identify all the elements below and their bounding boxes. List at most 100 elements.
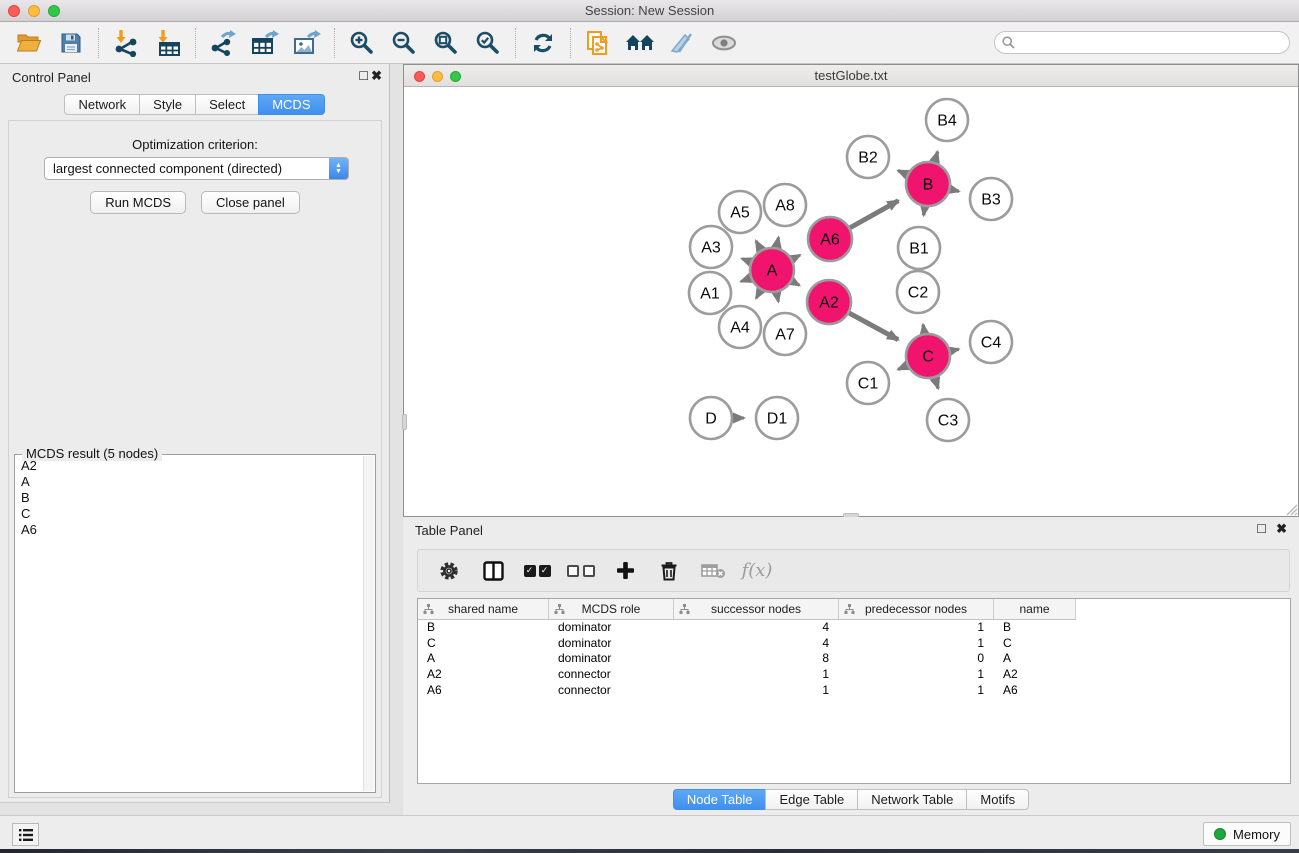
graph-edge-B-B2[interactable] bbox=[898, 171, 907, 175]
table-row[interactable]: A6connector11A6 bbox=[418, 683, 1290, 699]
graph-node-A8[interactable]: A8 bbox=[764, 184, 806, 226]
open-file-icon[interactable] bbox=[11, 26, 47, 60]
graph-node-B3[interactable]: B3 bbox=[970, 178, 1012, 220]
graph-node-C4[interactable]: C4 bbox=[970, 321, 1012, 363]
add-row-plus-icon[interactable] bbox=[608, 554, 642, 588]
table-cell[interactable]: 1 bbox=[839, 636, 994, 652]
column-header-successor-nodes[interactable]: successor nodes bbox=[674, 599, 839, 619]
network-close-button[interactable] bbox=[414, 71, 425, 82]
zoom-selected-icon[interactable] bbox=[470, 26, 506, 60]
table-cell[interactable]: B bbox=[994, 620, 1076, 636]
memory-button[interactable]: Memory bbox=[1203, 822, 1291, 846]
column-header-name[interactable]: name bbox=[994, 599, 1076, 619]
table-options-gear-icon[interactable] bbox=[432, 554, 466, 588]
graph-node-B2[interactable]: B2 bbox=[847, 136, 889, 178]
table-cell[interactable]: 1 bbox=[839, 620, 994, 636]
table-cell[interactable]: A2 bbox=[418, 667, 549, 683]
graph-node-A6[interactable]: A6 bbox=[808, 217, 852, 261]
table-cell[interactable]: A bbox=[994, 651, 1076, 667]
graph-node-A2[interactable]: A2 bbox=[807, 280, 851, 324]
table-cell[interactable]: 8 bbox=[674, 651, 839, 667]
network-canvas[interactable]: B4B2BB3A8A5A6A3B1AC2A1A2A4A7C4CC1C3DD1 bbox=[404, 87, 1298, 516]
graph-node-D[interactable]: D bbox=[690, 397, 732, 439]
graph-edge-A-A1[interactable] bbox=[741, 278, 750, 282]
graph-node-B[interactable]: B bbox=[906, 162, 950, 206]
table-cell[interactable]: A2 bbox=[994, 667, 1076, 683]
tab-style[interactable]: Style bbox=[139, 94, 195, 115]
graph-edge-A-A4[interactable] bbox=[756, 290, 761, 298]
tab-motifs[interactable]: Motifs bbox=[966, 789, 1029, 810]
zoom-window-button[interactable] bbox=[48, 5, 60, 17]
close-panel-icon[interactable]: ✖ bbox=[1276, 522, 1287, 536]
unselect-all-check-icon[interactable] bbox=[564, 554, 598, 588]
graph-edge-A-A8[interactable] bbox=[777, 237, 779, 247]
table-row[interactable]: A2connector11A2 bbox=[418, 667, 1290, 683]
table-cell[interactable]: 4 bbox=[674, 620, 839, 636]
graph-edge-A-A6[interactable] bbox=[792, 255, 800, 259]
graph-node-A3[interactable]: A3 bbox=[690, 226, 732, 268]
select-all-check-icon[interactable]: ✓✓ bbox=[520, 554, 554, 588]
mcds-result-list[interactable]: A2ABCA6 bbox=[17, 458, 361, 790]
import-network-icon[interactable] bbox=[108, 26, 144, 60]
table-cell[interactable]: 1 bbox=[839, 667, 994, 683]
apply-layout-refresh-icon[interactable] bbox=[525, 26, 561, 60]
graph-edge-B-B1[interactable] bbox=[924, 207, 925, 216]
graph-edge-C-C3[interactable] bbox=[935, 378, 938, 389]
delete-row-trash-icon[interactable] bbox=[652, 554, 686, 588]
table-cell[interactable]: connector bbox=[549, 667, 674, 683]
toggle-graphics-details-icon[interactable] bbox=[664, 26, 700, 60]
run-mcds-button[interactable]: Run MCDS bbox=[90, 191, 186, 214]
mcds-result-item[interactable]: B bbox=[17, 490, 361, 506]
graph-node-C[interactable]: C bbox=[906, 334, 950, 378]
graph-node-C3[interactable]: C3 bbox=[927, 399, 969, 441]
table-cell[interactable]: A6 bbox=[418, 683, 549, 699]
graph-edge-C-C1[interactable] bbox=[898, 365, 907, 369]
search-input[interactable] bbox=[1019, 36, 1289, 50]
float-panel-icon[interactable]: ☐ bbox=[358, 69, 369, 83]
show-hide-panels-eye-icon[interactable] bbox=[706, 26, 742, 60]
table-cell[interactable]: 1 bbox=[839, 683, 994, 699]
graph-edge-B-B4[interactable] bbox=[935, 152, 938, 162]
table-cell[interactable]: C bbox=[418, 636, 549, 652]
tab-node-table[interactable]: Node Table bbox=[673, 789, 766, 810]
import-table-icon[interactable] bbox=[150, 26, 186, 60]
mcds-result-item[interactable]: A bbox=[17, 474, 361, 490]
graph-node-C2[interactable]: C2 bbox=[897, 271, 939, 313]
table-cell[interactable]: 1 bbox=[674, 667, 839, 683]
minimize-window-button[interactable] bbox=[28, 5, 40, 17]
export-image-icon[interactable] bbox=[289, 26, 325, 60]
graph-edge-A2-C[interactable] bbox=[849, 313, 898, 340]
task-history-button[interactable] bbox=[12, 823, 39, 846]
table-cell[interactable]: 1 bbox=[674, 683, 839, 699]
close-panel-button[interactable]: Close panel bbox=[201, 191, 300, 214]
criterion-dropdown[interactable]: largest connected component (directed) ▲… bbox=[44, 157, 349, 180]
mcds-result-item[interactable]: A2 bbox=[17, 458, 361, 474]
graph-edge-A-A7[interactable] bbox=[777, 293, 779, 302]
graph-edge-A6-B[interactable] bbox=[850, 201, 898, 228]
graph-edge-A-A2[interactable] bbox=[792, 281, 799, 285]
result-scrollbar[interactable] bbox=[363, 456, 374, 791]
graph-node-B1[interactable]: B1 bbox=[898, 227, 940, 269]
close-panel-icon[interactable]: ✖ bbox=[371, 69, 382, 83]
graph-edge-A-A3[interactable] bbox=[742, 259, 751, 262]
network-zoom-button[interactable] bbox=[450, 71, 461, 82]
tab-select[interactable]: Select bbox=[195, 94, 258, 115]
search-field[interactable] bbox=[994, 31, 1290, 54]
resize-grip[interactable] bbox=[1285, 503, 1298, 516]
zoom-out-icon[interactable] bbox=[386, 26, 422, 60]
column-header-predecessor-nodes[interactable]: predecessor nodes bbox=[839, 599, 994, 619]
mcds-result-item[interactable]: A6 bbox=[17, 522, 361, 538]
float-panel-icon[interactable]: ☐ bbox=[1256, 522, 1267, 536]
zoom-in-icon[interactable] bbox=[344, 26, 380, 60]
table-cell[interactable]: dominator bbox=[549, 651, 674, 667]
column-header-shared-name[interactable]: shared name bbox=[418, 599, 549, 619]
graph-edge-A-A5[interactable] bbox=[756, 241, 761, 250]
graph-node-D1[interactable]: D1 bbox=[756, 397, 798, 439]
save-session-icon[interactable] bbox=[53, 26, 89, 60]
tab-mcds[interactable]: MCDS bbox=[258, 94, 324, 115]
table-cell[interactable]: connector bbox=[549, 683, 674, 699]
table-row[interactable]: Adominator80A bbox=[418, 651, 1290, 667]
export-table-icon[interactable] bbox=[247, 26, 283, 60]
network-minimize-button[interactable] bbox=[432, 71, 443, 82]
zoom-fit-icon[interactable] bbox=[428, 26, 464, 60]
